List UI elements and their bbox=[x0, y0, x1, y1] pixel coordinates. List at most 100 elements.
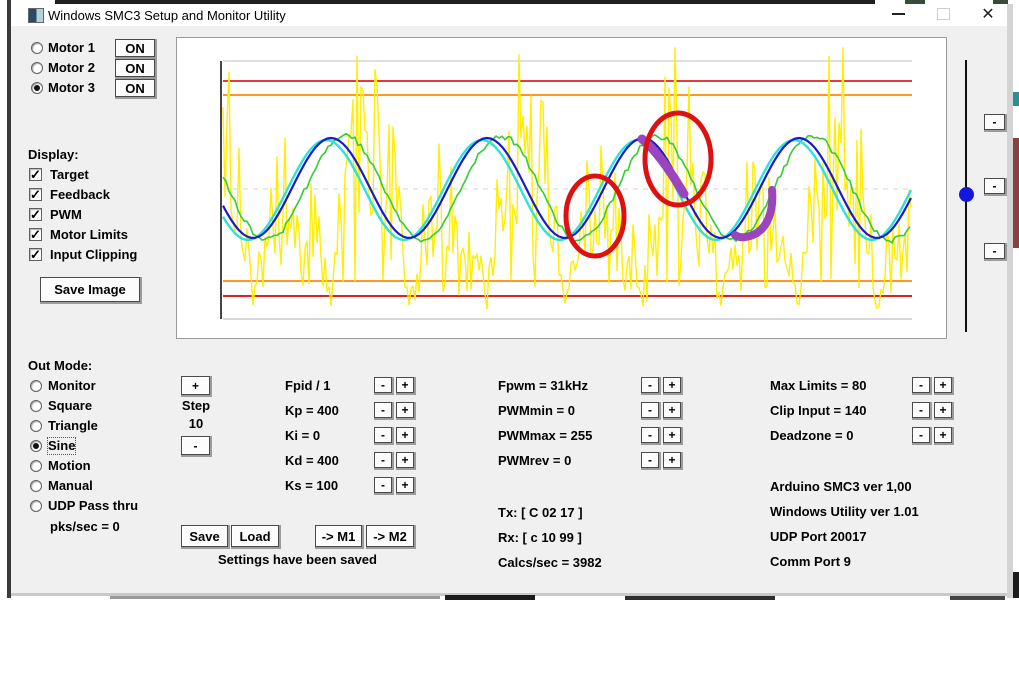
pwm-checkbox-label: PWM bbox=[50, 207, 82, 223]
screen-artifact-right1 bbox=[1013, 92, 1019, 106]
fpwm-label: Fpwm = 31kHz bbox=[498, 378, 588, 394]
outmode-sine-radio[interactable] bbox=[30, 440, 42, 452]
motor-limits-checkbox[interactable] bbox=[29, 228, 42, 241]
input-clipping-checkbox-label: Input Clipping bbox=[50, 247, 137, 263]
ks-label: Ks = 100 bbox=[285, 478, 338, 494]
scale-minus-button-1[interactable]: - bbox=[984, 114, 1005, 130]
ki-plus-button[interactable]: + bbox=[396, 427, 414, 443]
pwmmax-minus-button[interactable]: - bbox=[641, 427, 659, 443]
pwmmin-minus-button[interactable]: - bbox=[641, 402, 659, 418]
send-m1-button[interactable]: -> M1 bbox=[315, 525, 362, 547]
send-m2-button[interactable]: -> M2 bbox=[366, 525, 414, 547]
motor1-radio[interactable] bbox=[31, 42, 43, 54]
motor1-on-button[interactable]: ON bbox=[115, 39, 155, 57]
motor3-radio[interactable] bbox=[31, 82, 43, 94]
ks-minus-button[interactable]: - bbox=[374, 477, 392, 493]
outmode-sine-label[interactable]: Sine bbox=[48, 438, 75, 454]
fpwm-plus-button[interactable]: + bbox=[663, 377, 681, 393]
scope-chart bbox=[176, 37, 947, 339]
clip-input-plus-button[interactable]: + bbox=[934, 402, 952, 418]
max-limits-plus-button[interactable]: + bbox=[934, 377, 952, 393]
screen-artifact-bottom2 bbox=[445, 595, 535, 600]
motor-limits-checkbox-label: Motor Limits bbox=[50, 227, 128, 243]
outmode-monitor-label[interactable]: Monitor bbox=[48, 378, 96, 394]
display-heading: Display: bbox=[28, 147, 79, 163]
app-icon bbox=[28, 8, 44, 23]
outmode-motion-label[interactable]: Motion bbox=[48, 458, 91, 474]
feedback-checkbox-label: Feedback bbox=[50, 187, 110, 203]
outmode-udp-radio[interactable] bbox=[30, 500, 42, 512]
kp-plus-button[interactable]: + bbox=[396, 402, 414, 418]
outmode-square-label[interactable]: Square bbox=[48, 398, 92, 414]
screen-artifact-bottom1 bbox=[110, 596, 440, 599]
comm-port-text: Comm Port 9 bbox=[770, 554, 851, 570]
outmode-manual-radio[interactable] bbox=[30, 480, 42, 492]
deadzone-plus-button[interactable]: + bbox=[934, 427, 952, 443]
kd-label: Kd = 400 bbox=[285, 453, 339, 469]
pwmmin-plus-button[interactable]: + bbox=[663, 402, 681, 418]
motor1-label: Motor 1 bbox=[48, 40, 95, 56]
feedback-checkbox[interactable] bbox=[29, 188, 42, 201]
kd-minus-button[interactable]: - bbox=[374, 452, 392, 468]
screen-artifact-bottom3 bbox=[625, 596, 775, 600]
outmode-heading: Out Mode: bbox=[28, 358, 92, 374]
fpid-minus-button[interactable]: - bbox=[374, 377, 392, 393]
motor2-radio[interactable] bbox=[31, 62, 43, 74]
outmode-triangle-label[interactable]: Triangle bbox=[48, 418, 98, 434]
fpid-label: Fpid / 1 bbox=[285, 378, 331, 394]
motor2-label: Motor 2 bbox=[48, 60, 95, 76]
target-checkbox[interactable] bbox=[29, 168, 42, 181]
ki-minus-button[interactable]: - bbox=[374, 427, 392, 443]
pwm-checkbox[interactable] bbox=[29, 208, 42, 221]
maximize-button[interactable] bbox=[930, 6, 956, 22]
scale-minus-button-3[interactable]: - bbox=[984, 243, 1005, 259]
highlight-stroke-2 bbox=[735, 190, 772, 237]
ki-label: Ki = 0 bbox=[285, 428, 320, 444]
pwmrev-minus-button[interactable]: - bbox=[641, 452, 659, 468]
scale-minus-button-2[interactable]: - bbox=[984, 178, 1005, 194]
utility-version-text: Windows Utility ver 1.01 bbox=[770, 504, 919, 520]
pwmrev-label: PWMrev = 0 bbox=[498, 453, 571, 469]
close-icon: ✕ bbox=[981, 4, 994, 24]
rx-readout: Rx: [ c 10 99 ] bbox=[498, 530, 582, 546]
motor3-on-button[interactable]: ON bbox=[115, 79, 155, 97]
fpwm-minus-button[interactable]: - bbox=[641, 377, 659, 393]
outmode-monitor-radio[interactable] bbox=[30, 380, 42, 392]
ks-plus-button[interactable]: + bbox=[396, 477, 414, 493]
outmode-udp-label[interactable]: UDP Pass thru bbox=[48, 498, 138, 514]
maximize-icon bbox=[937, 8, 950, 20]
load-button[interactable]: Load bbox=[231, 525, 279, 547]
deadzone-minus-button[interactable]: - bbox=[912, 427, 930, 443]
screen-artifact-bottom4 bbox=[950, 596, 1005, 600]
motor2-on-button[interactable]: ON bbox=[115, 59, 155, 77]
outmode-triangle-radio[interactable] bbox=[30, 420, 42, 432]
fpid-plus-button[interactable]: + bbox=[396, 377, 414, 393]
step-label: Step bbox=[176, 398, 216, 414]
save-image-button[interactable]: Save Image bbox=[40, 277, 140, 302]
close-button[interactable]: ✕ bbox=[975, 4, 1001, 24]
max-limits-label: Max Limits = 80 bbox=[770, 378, 866, 394]
arduino-version-text: Arduino SMC3 ver 1,00 bbox=[770, 479, 912, 495]
pwmmax-plus-button[interactable]: + bbox=[663, 427, 681, 443]
deadzone-label: Deadzone = 0 bbox=[770, 428, 853, 444]
minimize-icon bbox=[892, 13, 905, 15]
step-minus-button[interactable]: - bbox=[181, 436, 210, 455]
kp-minus-button[interactable]: - bbox=[374, 402, 392, 418]
clip-input-label: Clip Input = 140 bbox=[770, 403, 866, 419]
scope-chart-svg bbox=[177, 38, 946, 338]
window-title: Windows SMC3 Setup and Monitor Utility bbox=[48, 8, 286, 23]
kd-plus-button[interactable]: + bbox=[396, 452, 414, 468]
clip-input-minus-button[interactable]: - bbox=[912, 402, 930, 418]
input-clipping-checkbox[interactable] bbox=[29, 248, 42, 261]
pwmrev-plus-button[interactable]: + bbox=[663, 452, 681, 468]
step-plus-button[interactable]: + bbox=[181, 376, 210, 395]
max-limits-minus-button[interactable]: - bbox=[912, 377, 930, 393]
scale-slider-thumb[interactable] bbox=[959, 187, 974, 202]
outmode-manual-label[interactable]: Manual bbox=[48, 478, 93, 494]
save-button[interactable]: Save bbox=[181, 525, 228, 547]
outmode-square-radio[interactable] bbox=[30, 400, 42, 412]
title-bar: Windows SMC3 Setup and Monitor Utility bbox=[11, 4, 1007, 27]
minimize-button[interactable] bbox=[885, 6, 911, 22]
tx-readout: Tx: [ C 02 17 ] bbox=[498, 505, 583, 521]
outmode-motion-radio[interactable] bbox=[30, 460, 42, 472]
